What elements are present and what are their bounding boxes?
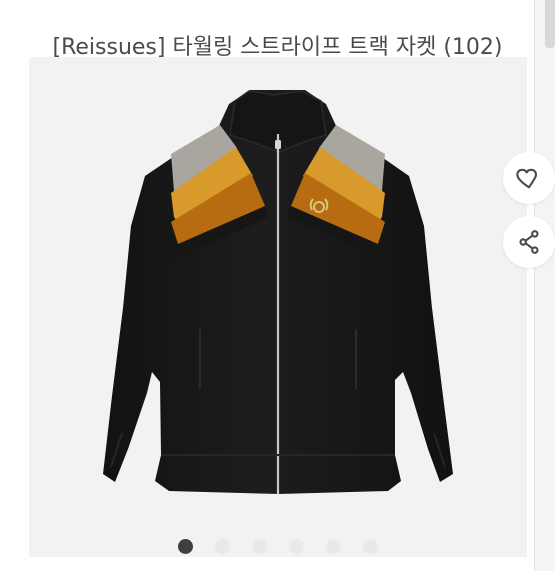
product-image[interactable]: [29, 57, 555, 557]
scrollbar[interactable]: [534, 0, 555, 571]
pagination-dot-3[interactable]: [251, 539, 267, 554]
pagination-dot-2[interactable]: [214, 539, 230, 554]
image-pagination: [0, 539, 555, 557]
pagination-dot-4[interactable]: [288, 539, 304, 554]
pagination-dot-6[interactable]: [362, 539, 378, 554]
share-icon: [519, 230, 539, 254]
product-page: [Reissues] 타월링 스트라이프 트랙 자켓 (102): [0, 0, 555, 571]
pagination-dot-5[interactable]: [325, 539, 341, 554]
like-button[interactable]: [503, 152, 555, 204]
jacket-illustration: [103, 90, 453, 494]
share-button[interactable]: [503, 216, 555, 268]
heart-icon: [516, 168, 537, 189]
zipper-pull: [275, 140, 281, 149]
pagination-dot-1[interactable]: [177, 539, 193, 554]
